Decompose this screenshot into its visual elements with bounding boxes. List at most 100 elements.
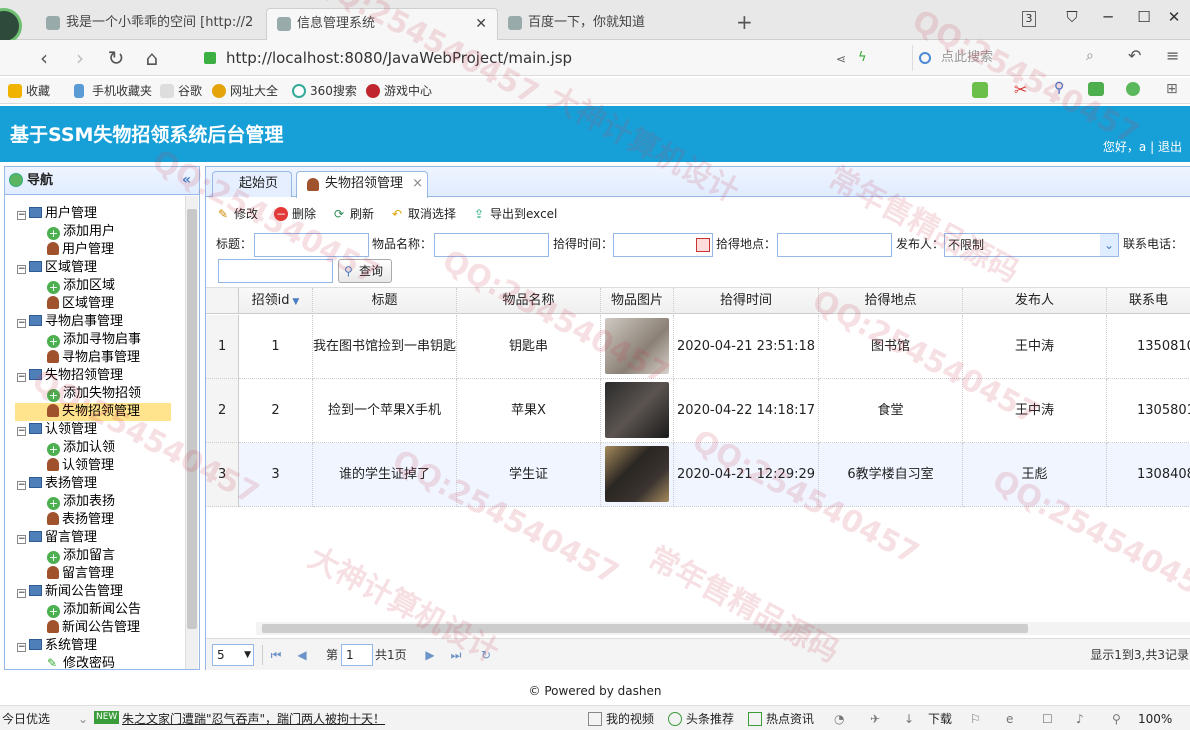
phone-input[interactable] [218,259,333,283]
sidebar-item[interactable]: 区域管理 [47,295,114,313]
publisher-select[interactable]: 不限制 ⌄ [944,233,1119,257]
forward-icon[interactable]: › [68,46,92,70]
sidebar-item[interactable]: 失物招领管理 [15,403,171,421]
last-page-icon[interactable]: ⏭ [448,646,464,664]
collapse-toggle-icon[interactable]: − [17,589,26,598]
column-header-item[interactable]: 物品名称 [457,288,601,314]
collapse-toggle-icon[interactable]: − [17,535,26,544]
reload-icon[interactable]: ↻ [478,646,494,664]
bookmark-mobile[interactable]: 手机收藏夹 [74,82,152,100]
download-icon[interactable]: ↓ [904,708,914,730]
collapse-icon[interactable]: « [182,167,191,194]
delete-button[interactable]: − 删除 [274,204,316,224]
sidebar-item[interactable]: + 添加区域 [47,277,115,295]
ie-icon[interactable]: e [1006,708,1013,730]
new-tab-button[interactable]: + [736,10,753,34]
sidebar-item[interactable]: 用户管理 [47,241,114,259]
cell-place[interactable]: 食堂 [819,379,963,443]
shirt-icon[interactable]: ⛉ [1062,8,1082,28]
next-page-icon[interactable]: ▶ [422,646,438,664]
collapse-toggle-icon[interactable]: − [17,373,26,382]
close-window-icon[interactable]: ✕ [1164,8,1184,28]
my-video-button[interactable]: 我的视频 [588,708,654,730]
flag-icon[interactable]: ⚐ [970,708,981,730]
url-input[interactable]: http://localhost:8080/JavaWebProject/mai… [198,45,908,71]
sidebar-group[interactable]: − 留言管理 [17,529,97,547]
search-input[interactable]: 点此搜索 [912,45,1108,71]
item-name-input[interactable] [434,233,549,257]
browser-tab-1[interactable]: 我是一个小乖乖的空间 [http://2 [36,8,266,40]
cell-time[interactable]: 2020-04-21 12:29:29 [674,443,819,507]
chevron-down-icon[interactable]: ⌄ [1100,234,1118,256]
found-place-input[interactable] [777,233,892,257]
grid-scroll-thumb[interactable] [262,624,1028,633]
money-icon[interactable] [1126,82,1140,96]
sidebar-item[interactable]: + 添加表扬 [47,493,115,511]
page-size-select[interactable]: 5 ▼ [212,644,254,666]
first-page-icon[interactable]: ⏮ [268,646,284,664]
headline-button[interactable]: 头条推荐 [668,708,734,730]
minimize-icon[interactable]: ─ [1098,8,1118,28]
collapse-toggle-icon[interactable]: − [17,643,26,652]
bookmark-360[interactable]: 360搜索 [292,82,357,100]
window-icon[interactable]: ☐ [1042,708,1053,730]
zoom-icon[interactable]: ⚲ [1112,708,1121,730]
column-header-phone[interactable]: 联系电 [1107,288,1190,314]
unselect-button[interactable]: ↶ 取消选择 [390,204,456,224]
bookmark-games[interactable]: 游戏中心 [366,82,432,100]
cell-phone[interactable]: 1350810 [1107,315,1190,379]
collapse-toggle-icon[interactable]: − [17,319,26,328]
zoom-level[interactable]: 100% [1138,708,1172,730]
undo-icon[interactable]: ↶ [1128,46,1141,65]
cell-title[interactable]: 捡到一个苹果X手机 [313,379,457,443]
item-image-cell[interactable] [601,443,674,507]
sidebar-item[interactable]: + 添加新闻公告 [47,601,141,619]
scissors-icon[interactable]: ✂ [1014,80,1027,99]
sidebar-group[interactable]: − 表扬管理 [17,475,97,493]
cell-id[interactable]: 2 [239,379,313,443]
logout-link[interactable]: 退出 [1158,140,1182,154]
sidebar-item[interactable]: + 添加寻物启事 [47,331,141,349]
cell-time[interactable]: 2020-04-22 14:18:17 [674,379,819,443]
cell-phone[interactable]: 1308408 [1107,443,1190,507]
sidebar-item[interactable]: 认领管理 [47,457,114,475]
home-icon[interactable]: ⌂ [140,46,164,70]
sidebar-item[interactable]: + 添加用户 [47,223,115,241]
export-button[interactable]: ⇪ 导出到excel [472,204,557,224]
reload-icon[interactable]: ↻ [104,46,128,70]
refresh-button[interactable]: ⟳ 刷新 [332,204,374,224]
translate-icon[interactable] [972,82,988,98]
row-number[interactable]: 3 [206,443,239,507]
sidebar-scroll-thumb[interactable] [187,209,197,629]
title-input[interactable] [254,233,369,257]
cell-time[interactable]: 2020-04-21 23:51:18 [674,315,819,379]
status-left[interactable]: 今日优选 [2,708,50,730]
news-link[interactable]: 朱之文家门遭踹"忍气吞声"，踹门两人被拘十天！ [122,708,385,730]
column-header-image[interactable]: 物品图片 [601,288,674,314]
sidebar-group[interactable]: − 寻物启事管理 [17,313,123,331]
browser-tab-3[interactable]: 百度一下，你就知道 [498,8,726,40]
search-icon[interactable]: ⌕ [1086,48,1094,64]
speed-icon[interactable]: ◔ [834,708,844,730]
menu-icon[interactable]: ≡ [1166,46,1179,65]
calendar-icon[interactable] [696,238,710,252]
collapse-toggle-icon[interactable]: − [17,265,26,274]
column-header-time[interactable]: 拾得时间 [674,288,819,314]
cell-publisher[interactable]: 王彪 [963,443,1107,507]
cell-id[interactable]: 3 [239,443,313,507]
column-header-publisher[interactable]: 发布人 [963,288,1107,314]
hot-news-button[interactable]: 热点资讯 [748,708,814,730]
sidebar-item[interactable]: + 添加失物招领 [47,385,141,403]
sidebar-item[interactable]: + 添加留言 [47,547,115,565]
sidebar-item[interactable]: + 添加认领 [47,439,115,457]
tab-home[interactable]: 起始页 [212,171,292,197]
sidebar-group[interactable]: − 区域管理 [17,259,97,277]
edit-button[interactable]: ✎ 修改 [216,204,258,224]
lightning-icon[interactable]: ϟ [858,50,867,65]
cell-publisher[interactable]: 王中涛 [963,315,1107,379]
row-number[interactable]: 1 [206,315,239,379]
column-header-title[interactable]: 标题 [313,288,457,314]
column-header-id[interactable]: 招领id ▼ [239,288,313,314]
bookmark-favorites[interactable]: 收藏 [8,82,50,100]
cell-item[interactable]: 苹果X [457,379,601,443]
